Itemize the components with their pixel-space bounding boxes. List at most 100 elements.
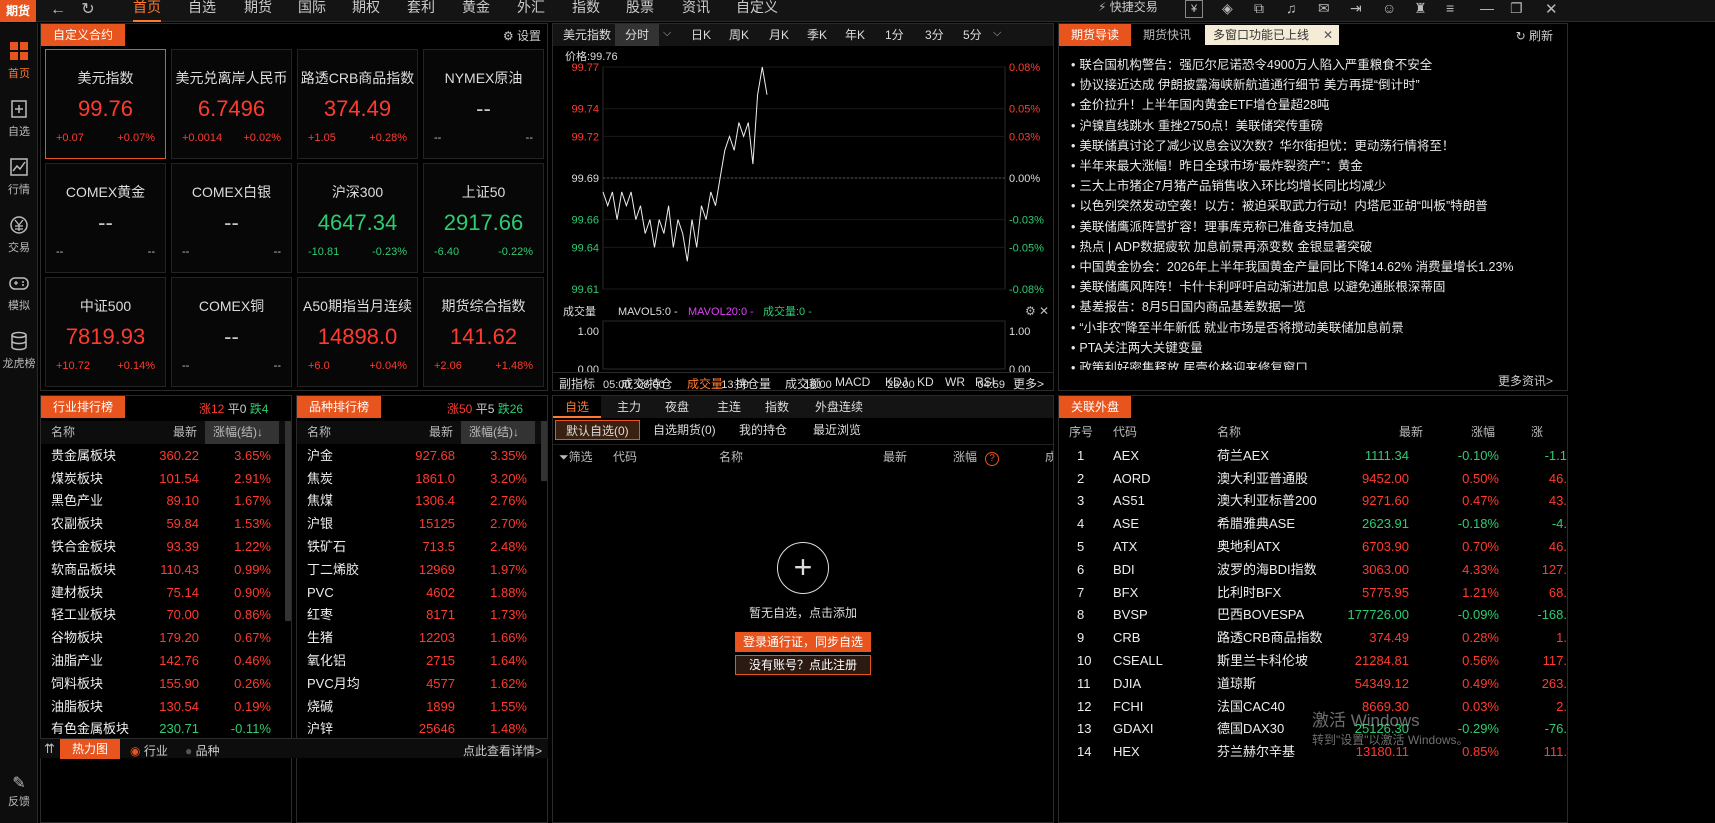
add-watchlist-icon[interactable]: + (777, 542, 829, 594)
foreign-markets-tab[interactable]: 关联外盘 (1059, 396, 1132, 418)
minimize-icon[interactable]: — (1480, 0, 1494, 16)
indicator-tab-10[interactable]: 更多> (1013, 375, 1044, 392)
col-0[interactable]: 序号 (1069, 421, 1093, 444)
table-row[interactable]: 生猪 12203 1.66% (297, 626, 541, 649)
table-row[interactable]: 焦炭 1861.0 3.20% (297, 467, 541, 490)
table-row[interactable]: PVC月均 4577 1.62% (297, 672, 541, 695)
table-row[interactable]: 3 AS51 澳大利亚标普200 9271.60 0.47% 43. (1059, 489, 1567, 512)
sidebar-item-0[interactable]: 首页 (0, 23, 38, 83)
chevron-down-icon[interactable]: ⌵ (663, 27, 671, 40)
window-icon[interactable]: ⧉ (1254, 0, 1264, 17)
chart-tab-3[interactable]: 周K (719, 24, 759, 46)
chart-tab-9[interactable]: 5分 (953, 24, 992, 46)
news-item[interactable]: • 美联储真讨论了减少议息会议次数？华尔街担忧：更动荡行情将至！ (1071, 135, 1454, 154)
table-row[interactable]: 10 CSEALL 斯里兰卡科伦坡 21284.81 0.56% 117. (1059, 649, 1567, 672)
close-icon[interactable]: ✕ (1039, 304, 1049, 318)
table-row[interactable]: 丁二烯胶 12969 1.97% (297, 558, 541, 581)
contract-card[interactable]: 上证50 2917.66 -6.40 -0.22% (423, 163, 544, 273)
col-change-sorted[interactable]: 涨幅(结)↓ (205, 421, 279, 444)
menu-item-4[interactable]: 期权 (352, 0, 380, 22)
table-row[interactable]: 11 DJIA 道琼斯 54349.12 0.49% 263. (1059, 672, 1567, 695)
news-item[interactable]: • 以色列突然发动空袭！以方：被迫采取武力行动！内塔尼亚胡“叫板”特朗普 (1071, 195, 1488, 214)
table-row[interactable]: 黑色产业 89.10 1.67% (41, 489, 285, 512)
news-item[interactable]: • 协议接近达成 伊朗披露海峡新航道通行细节 美方再提“倒计时” (1071, 74, 1420, 93)
contract-card[interactable]: COMEX黄金 -- -- -- (45, 163, 166, 273)
table-row[interactable]: 1 AEX 荷兰AEX 1111.34 -0.10% -1.1 (1059, 444, 1567, 467)
table-row[interactable]: 6 BDI 波罗的海BDI指数 3063.00 4.33% 127. (1059, 558, 1567, 581)
radio-variety[interactable]: ● 品种 (185, 742, 220, 759)
variety-ranking-tab[interactable]: 品种排行榜 (297, 396, 382, 418)
table-row[interactable]: 铁合金板块 93.39 1.22% (41, 535, 285, 558)
login-sync-button[interactable]: 登录通行证，同步自选 (735, 632, 871, 652)
col-1[interactable]: 代码 (1113, 421, 1137, 444)
news-item[interactable]: • 联合国机构警告：强厄尔尼诺恐令4900万人陷入严重粮食不安全 (1071, 54, 1432, 73)
watch-tab-3[interactable]: 主连 (705, 396, 753, 418)
watch-tab-1[interactable]: 主力 (605, 396, 653, 418)
scrollbar[interactable] (285, 421, 291, 621)
sidebar-item-2[interactable]: 行情 (0, 139, 38, 199)
table-row[interactable]: 4 ASE 希腊雅典ASE 2623.91 -0.18% -4. (1059, 512, 1567, 535)
contract-card[interactable]: 沪深300 4647.34 -10.81 -0.23% (297, 163, 418, 273)
chart-tab-5[interactable]: 季K (797, 24, 837, 46)
watch-col-4[interactable]: 涨幅? (953, 448, 1000, 466)
col-name[interactable]: 名称 (51, 421, 75, 444)
refresh-news-button[interactable]: ↻ 刷新 (1516, 27, 1553, 44)
contract-card[interactable]: 美元兑离岸人民币 6.7496 +0.0014 +0.02% (171, 49, 292, 159)
table-row[interactable]: 谷物板块 179.20 0.67% (41, 626, 285, 649)
chart-tab-1[interactable]: 分时 (615, 24, 660, 46)
contract-card[interactable]: 路透CRB商品指数 374.49 +1.05 +0.28% (297, 49, 418, 159)
menu-item-1[interactable]: 自选 (188, 0, 216, 22)
intraday-price-chart[interactable]: 价格:99.7699.77 0.08% 99.74 0.05% 99.72 0.03% 99… (553, 47, 1053, 301)
table-row[interactable]: 沪金 927.68 3.35% (297, 444, 541, 467)
table-row[interactable]: PVC 4602 1.88% (297, 581, 541, 604)
col-change-sorted[interactable]: 涨幅(结)↓ (461, 421, 535, 444)
more-news-link[interactable]: 更多资讯> (1498, 372, 1553, 389)
watch-tab-2[interactable]: 夜盘 (653, 396, 701, 418)
contract-card[interactable]: 中证500 7819.93 +10.72 +0.14% (45, 277, 166, 387)
table-row[interactable]: 饲料板块 155.90 0.26% (41, 672, 285, 695)
user-icon[interactable]: ☺ (1382, 0, 1396, 16)
table-row[interactable]: 贵金属板块 360.22 3.65% (41, 444, 285, 467)
layers-icon[interactable]: ◈ (1222, 0, 1233, 17)
indicator-tab-2[interactable]: 成交量 (687, 375, 723, 392)
col-3[interactable]: 最新 (1399, 421, 1423, 444)
contract-card[interactable]: 期货综合指数 141.62 +2.06 +1.48% (423, 277, 544, 387)
heatmap-tab[interactable]: 热力图 (60, 739, 121, 759)
col-name[interactable]: 名称 (307, 421, 331, 444)
menu-item-0[interactable]: 首页 (133, 0, 161, 22)
table-row[interactable]: 焦煤 1306.4 2.76% (297, 489, 541, 512)
menu-item-11[interactable]: 自定义 (736, 0, 778, 22)
news-item[interactable]: • “小非农”降至半年新低 就业市场是否将搅动美联储加息前景 (1071, 317, 1404, 336)
menu-icon[interactable]: ≡ (1446, 0, 1454, 16)
watch-subtab-1[interactable]: 自选期货(0) (643, 420, 726, 440)
col-last[interactable]: 最新 (173, 421, 197, 444)
sidebar-item-4[interactable]: 模拟 (0, 255, 38, 315)
news-item[interactable]: • 热点 | ADP数据疲软 加息前景再添变数 金银显著突破 (1071, 236, 1372, 255)
close-window-icon[interactable]: ✕ (1545, 0, 1558, 18)
table-row[interactable]: 5 ATX 奥地利ATX 6703.90 0.70% 46. (1059, 535, 1567, 558)
sidebar-item-3[interactable]: 交易 (0, 197, 38, 257)
scrollbar[interactable] (541, 421, 547, 481)
sidebar-item-1[interactable]: 自选 (0, 81, 38, 141)
table-row[interactable]: 油脂产业 142.76 0.46% (41, 649, 285, 672)
contract-card[interactable]: COMEX白银 -- -- -- (171, 163, 292, 273)
news-item[interactable]: • 美联储鹰风阵阵！卡什卡利呼吁启动渐进加息 以避免通胀根深蒂固 (1071, 276, 1445, 295)
industry-ranking-tab[interactable]: 行业排行榜 (41, 396, 126, 418)
restore-icon[interactable]: ❐ (1510, 0, 1523, 17)
indicator-tab-3[interactable]: 持仓量 (735, 375, 771, 392)
watch-subtab-3[interactable]: 最近浏览 (803, 420, 871, 440)
watch-subtab-0[interactable]: 默认自选(0) (555, 420, 640, 440)
news-item[interactable]: • 基差报告：8月5日国内商品基差数据一览 (1071, 296, 1306, 315)
table-row[interactable]: 红枣 8171 1.73% (297, 603, 541, 626)
table-row[interactable]: 沪锌 25646 1.48% (297, 717, 541, 740)
mail-icon[interactable]: ✉ (1318, 0, 1330, 17)
table-row[interactable]: 软商品板块 110.43 0.99% (41, 558, 285, 581)
quick-trade-button[interactable]: ⚡ 快捷交易 (1098, 0, 1178, 22)
watch-col-5[interactable]: 成 (1045, 448, 1053, 465)
table-row[interactable]: 建材板块 75.14 0.90% (41, 581, 285, 604)
table-row[interactable]: 有色金属板块 230.71 -0.11% (41, 717, 285, 740)
indicator-tab-7[interactable]: KD (917, 375, 934, 389)
news-item[interactable]: • 三大上市猪企7月猪产品销售收入环比均增长同比均减少 (1071, 175, 1386, 194)
table-row[interactable]: 9 CRB 路透CRB商品指数 374.49 0.28% 1. (1059, 626, 1567, 649)
collapse-icon[interactable]: ⇈ (44, 741, 55, 757)
